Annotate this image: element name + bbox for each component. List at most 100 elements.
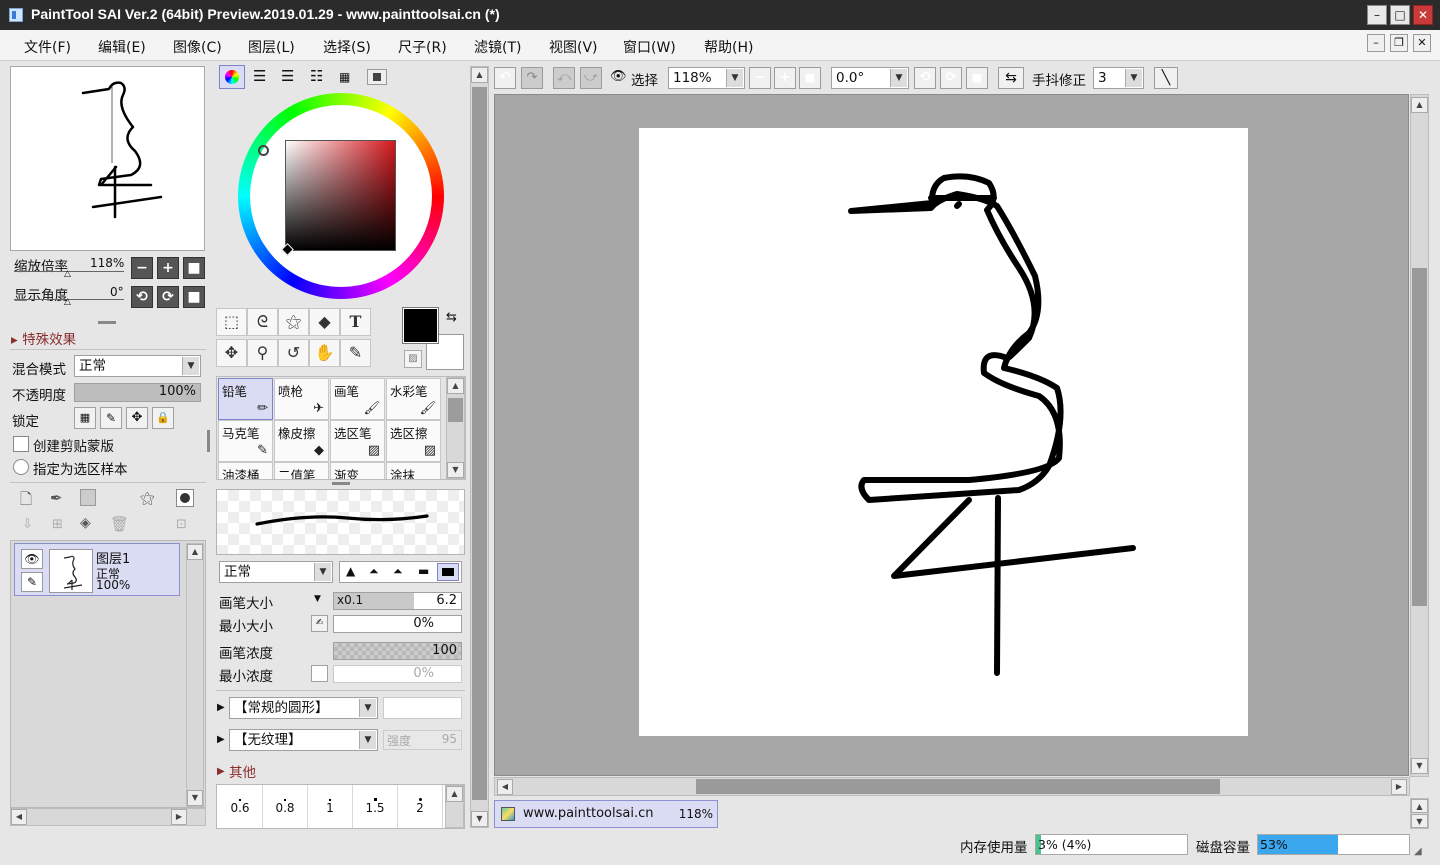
dot-size-cell[interactable]: 0.8 — [263, 785, 308, 828]
dot-size-cell[interactable]: 1.5 — [353, 785, 398, 828]
text-tool-icon[interactable]: T — [340, 308, 371, 336]
brush-select-pen[interactable]: 选区笔 ▨ — [330, 420, 385, 462]
scroll-left-icon[interactable]: ◀ — [497, 779, 513, 795]
tool-panel-scrollbar[interactable]: ▲ ▼ — [470, 66, 489, 828]
scroll-up-icon[interactable]: ▲ — [471, 67, 488, 83]
dot-size-cell[interactable]: 0.6 — [218, 785, 263, 828]
zoom-tool-icon[interactable]: ⚲ — [247, 339, 278, 367]
brush-palette-scrollbar[interactable]: ▲ ▼ — [446, 377, 465, 479]
zoom-select[interactable]: 118% ▼ — [668, 67, 745, 89]
brush-pencil[interactable]: 铅笔 ✏ — [218, 378, 273, 420]
rgb-slider-tab[interactable]: ☰ — [253, 69, 266, 84]
pencil-icon[interactable]: ✎ — [21, 572, 43, 592]
brush-select-eraser[interactable]: 选区擦 ▨ — [386, 420, 441, 462]
brush-size-slider[interactable]: x0.1 6.2 — [333, 592, 462, 610]
doc-close-button[interactable]: ✕ — [1413, 34, 1431, 52]
scroll-up-icon[interactable]: ▲ — [1411, 97, 1428, 113]
dot-size-cell[interactable]: 2 — [398, 785, 443, 828]
scroll-right-icon[interactable]: ▶ — [1391, 779, 1407, 795]
new-folder-icon[interactable] — [80, 489, 96, 506]
brush-binary[interactable]: 二值笔 — [274, 462, 329, 479]
brush-tip-flat-icon[interactable]: ⏶ — [393, 564, 403, 579]
selection-sample-radio[interactable] — [13, 459, 29, 475]
rotate-right-button[interactable]: ⟳ — [157, 286, 179, 308]
panel-grip[interactable] — [207, 430, 210, 452]
menu-ruler[interactable]: 尺子(R) — [398, 37, 447, 57]
menu-image[interactable]: 图像(C) — [173, 37, 222, 57]
deselect-button[interactable]: ⤺ — [553, 67, 575, 89]
menu-filter[interactable]: 滤镜(T) — [474, 37, 521, 57]
menu-layer[interactable]: 图层(L) — [248, 37, 295, 57]
scroll-up-icon[interactable]: ▲ — [187, 544, 203, 560]
color-wheel[interactable] — [238, 93, 444, 299]
brush-eraser[interactable]: 橡皮擦 ◆ — [274, 420, 329, 462]
menu-window[interactable]: 窗口(W) — [623, 37, 676, 57]
min-density-toggle[interactable] — [311, 665, 328, 682]
clip-mask-checkbox[interactable] — [13, 436, 29, 452]
brush-brush[interactable]: 画笔 🖌 — [330, 378, 385, 420]
scroll-thumb[interactable] — [448, 398, 463, 422]
line-tool-button[interactable]: ╲ — [1154, 67, 1178, 89]
minimize-button[interactable]: – — [1367, 5, 1387, 25]
flip-horizontal-button[interactable]: ⇆ — [998, 67, 1024, 89]
brush-texture-select[interactable]: 【无纹理】 ▼ — [229, 729, 378, 751]
scroll-down-icon[interactable]: ▼ — [447, 462, 464, 478]
layer-list-hscrollbar[interactable]: ◀ ▶ — [10, 808, 206, 826]
zoom-in-button[interactable]: + — [157, 257, 179, 279]
magic-wand-icon[interactable]: ⚝ — [278, 308, 309, 336]
angle-select[interactable]: 0.0° ▼ — [831, 67, 909, 89]
scroll-thumb[interactable] — [1412, 268, 1427, 606]
size-multiplier-dropdown[interactable]: ▼ — [314, 594, 321, 604]
scroll-thumb[interactable] — [696, 779, 1220, 794]
lock-move-icon[interactable]: ✥ — [126, 407, 148, 429]
angle-slider-thumb[interactable]: △ — [64, 297, 71, 307]
hsv-slider-tab[interactable]: ☰ — [281, 69, 294, 84]
texture-expander-icon[interactable]: ▶ — [217, 734, 225, 745]
brush-airbrush[interactable]: 喷枪 ✈ — [274, 378, 329, 420]
effects-expander[interactable]: ▸ 特殊效果 — [11, 328, 76, 348]
scroll-up-icon[interactable]: ▲ — [1411, 799, 1428, 813]
layer-list-scrollbar[interactable]: ▲ ▼ — [186, 543, 204, 807]
layer-to-selection-icon[interactable]: ⚝ — [140, 489, 155, 507]
shape-strength-field[interactable] — [383, 697, 462, 719]
delete-layer-icon[interactable]: 🗑 — [110, 515, 129, 533]
new-layer-icon[interactable]: 🗋 — [20, 489, 32, 514]
swatches-tab[interactable]: ☷ — [310, 69, 323, 84]
dot-grid-scrollbar[interactable]: ▲ — [445, 785, 464, 828]
transfer-down-icon[interactable]: ⇩ — [22, 517, 33, 532]
texture-strength-slider[interactable]: 强度 95 — [383, 730, 462, 750]
scroll-right-icon[interactable]: ▶ — [171, 809, 187, 825]
opacity-slider[interactable]: 100% — [74, 383, 201, 402]
eye-icon[interactable]: 👁 — [21, 549, 43, 569]
scroll-down-icon[interactable]: ▼ — [187, 790, 203, 806]
color-wheel-tab[interactable] — [219, 65, 245, 89]
rotate-reset-button[interactable]: ■ — [183, 286, 205, 308]
scratchpad-tab[interactable]: ▦ — [339, 71, 350, 83]
hand-icon[interactable]: ✋ — [309, 339, 340, 367]
resize-grip-icon[interactable]: ◢ — [1414, 846, 1422, 857]
min-density-slider[interactable]: 0% — [333, 665, 462, 683]
zoom-slider-thumb[interactable]: △ — [64, 269, 71, 279]
merge-down-icon[interactable]: ⊞ — [52, 517, 63, 532]
rotate-tool-icon[interactable]: ↺ — [278, 339, 309, 367]
brush-shape-select[interactable]: 【常规的圆形】 ▼ — [229, 697, 378, 719]
stabilizer-select[interactable]: 3 ▼ — [1093, 67, 1144, 89]
scroll-down-icon[interactable]: ▼ — [1411, 814, 1428, 828]
scroll-up-icon[interactable]: ▲ — [446, 786, 463, 802]
scroll-thumb[interactable] — [472, 87, 487, 800]
panel-grip[interactable] — [98, 321, 116, 324]
lasso-icon[interactable]: ᘓ — [247, 308, 278, 336]
move-icon[interactable]: ✥ — [216, 339, 247, 367]
rect-select-icon[interactable]: ⬚ — [216, 308, 247, 336]
density-slider[interactable]: 100 — [333, 642, 462, 660]
brush-gradient[interactable]: 渐变 — [330, 462, 385, 479]
close-button[interactable]: ✕ — [1413, 5, 1433, 25]
zoom-out-button[interactable]: − — [131, 257, 153, 279]
undo-button[interactable]: ↶ — [494, 67, 516, 89]
eyedropper-icon[interactable]: ✎ — [340, 339, 371, 367]
scroll-down-icon[interactable]: ▼ — [471, 811, 488, 827]
lock-transparency-icon[interactable]: ▦ — [74, 407, 96, 429]
menu-file[interactable]: 文件(F) — [24, 37, 71, 57]
new-mask-icon[interactable] — [176, 489, 194, 507]
rotate-left-button[interactable]: ⟲ — [131, 286, 153, 308]
